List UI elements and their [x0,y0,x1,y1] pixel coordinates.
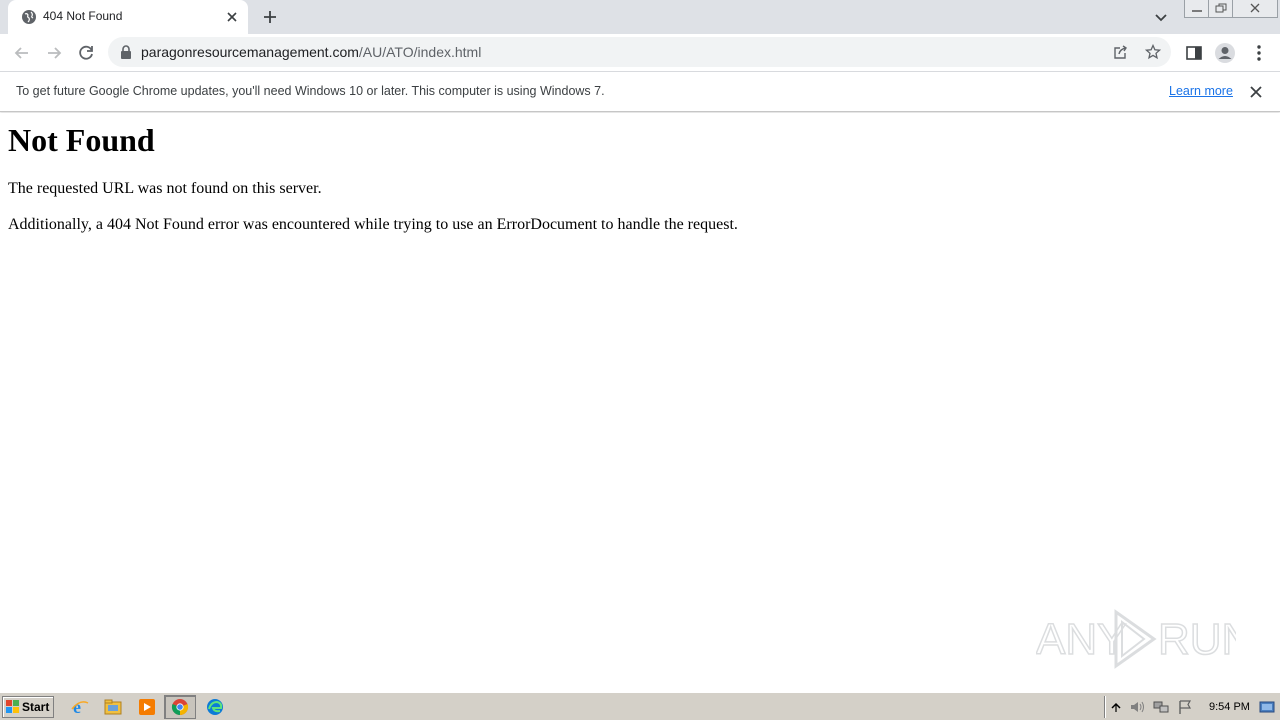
lock-icon[interactable] [120,45,132,59]
windows-logo-icon [6,700,19,713]
address-bar[interactable]: paragonresourcemanagement.com/AU/ATO/ind… [108,37,1171,67]
share-icon[interactable] [1113,44,1129,60]
start-label: Start [22,700,50,714]
url-domain: paragonresourcemanagement.com [141,44,359,60]
internet-explorer-icon[interactable]: e [70,697,90,717]
error-message: The requested URL was not found on this … [8,180,322,197]
forward-arrow-icon[interactable] [43,42,65,64]
kebab-menu-icon[interactable] [1248,42,1270,64]
taskbar: Start e 9:54 PM [0,692,1280,720]
svg-text:RUN: RUN [1158,615,1236,664]
back-arrow-icon[interactable] [11,42,33,64]
tab-title: 404 Not Found [43,9,123,23]
start-button[interactable]: Start [2,696,54,718]
show-hidden-icons-icon[interactable] [1108,699,1124,715]
close-icon[interactable] [1248,84,1264,100]
chevron-down-icon[interactable] [1152,8,1170,26]
toolbar: paragonresourcemanagement.com/AU/ATO/ind… [0,34,1280,72]
update-infobar: To get future Google Chrome updates, you… [0,72,1280,112]
url-text: paragonresourcemanagement.com/AU/ATO/ind… [141,44,481,60]
tray-separator [1104,696,1106,718]
svg-text:ANY: ANY [1036,615,1126,664]
chrome-icon [171,699,189,716]
close-window-button[interactable] [1232,0,1278,18]
chrome-taskbar-button[interactable] [164,695,196,719]
minimize-icon [1192,10,1202,12]
tab-strip: 404 Not Found [0,0,1280,34]
media-player-icon[interactable] [137,697,157,717]
tab-active[interactable]: 404 Not Found [8,0,248,34]
globe-icon [22,10,36,24]
anyrun-watermark-logo: ANY RUN [1036,609,1236,669]
network-icon[interactable] [1153,699,1169,715]
clock[interactable]: 9:54 PM [1209,701,1250,713]
learn-more-link[interactable]: Learn more [1169,84,1233,98]
restore-icon [1215,3,1227,13]
side-panel-icon[interactable] [1183,42,1205,64]
file-explorer-icon[interactable] [103,697,123,717]
url-path: /AU/ATO/index.html [358,44,482,60]
edge-icon[interactable] [205,697,225,717]
reload-icon[interactable] [75,42,97,64]
new-tab-icon[interactable] [260,7,280,27]
minimize-button[interactable] [1184,0,1209,18]
star-icon[interactable] [1145,44,1161,60]
infobar-message: To get future Google Chrome updates, you… [16,84,605,98]
show-desktop-icon[interactable] [1259,699,1275,715]
page-title: Not Found [8,122,155,158]
action-center-flag-icon[interactable] [1177,699,1193,715]
profile-icon[interactable] [1214,42,1236,64]
restore-button[interactable] [1208,0,1233,18]
screen: 404 Not Found paragonresourcemanagement.… [0,0,1280,720]
tab-close-icon[interactable] [224,9,240,25]
close-icon [1250,3,1260,13]
error-detail: Additionally, a 404 Not Found error was … [8,216,738,233]
volume-icon[interactable] [1129,699,1145,715]
